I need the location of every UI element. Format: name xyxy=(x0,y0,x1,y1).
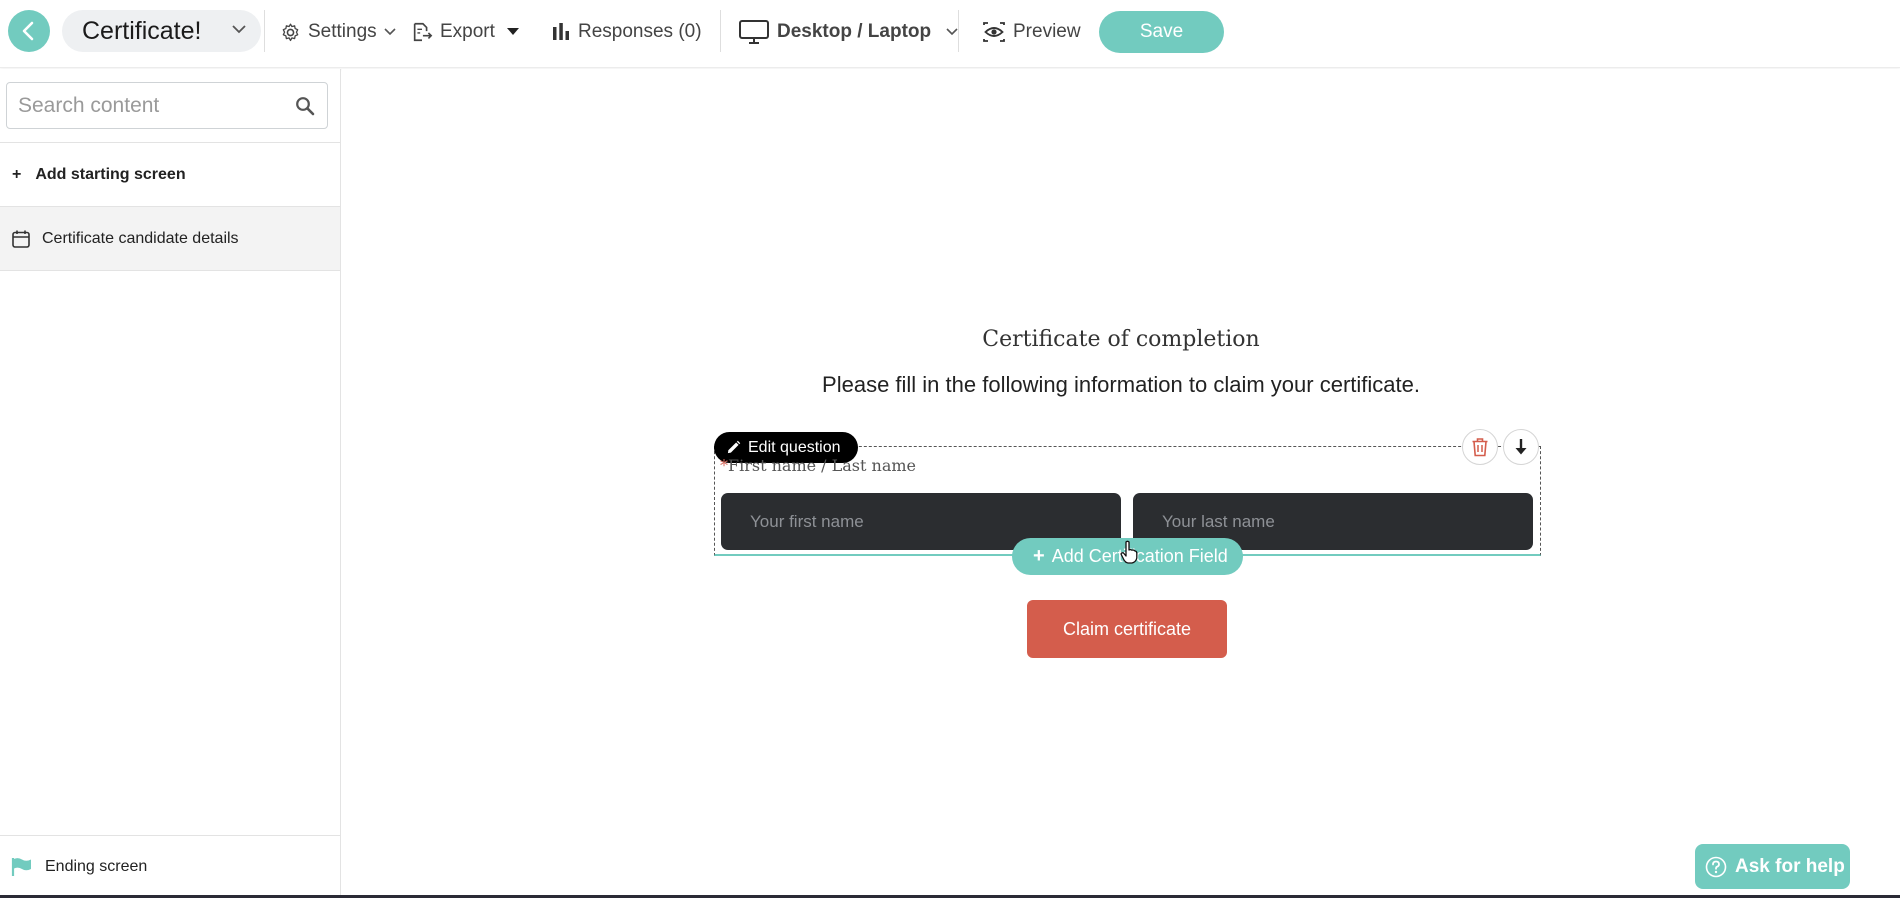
form-title-dropdown[interactable]: Certificate! xyxy=(62,10,261,52)
search-icon[interactable] xyxy=(295,96,315,116)
add-starting-screen-button[interactable]: + Add starting screen xyxy=(0,143,340,206)
settings-label: Settings xyxy=(308,21,377,42)
ask-for-help-button[interactable]: Ask for help xyxy=(1695,844,1850,889)
gear-icon xyxy=(282,23,299,41)
toolbar-divider xyxy=(264,10,265,52)
preview-button[interactable]: Preview xyxy=(982,0,1081,64)
preview-label: Preview xyxy=(1013,21,1081,42)
certificate-subtitle: Please fill in the following information… xyxy=(822,372,1420,397)
sidebar-divider xyxy=(0,270,340,271)
device-selector[interactable]: Desktop / Laptop xyxy=(738,0,966,64)
delete-question-button[interactable] xyxy=(1462,429,1498,465)
calendar-icon xyxy=(12,230,30,248)
required-mark: * xyxy=(720,456,728,475)
help-circle-icon xyxy=(1705,856,1727,877)
chevron-down-icon xyxy=(232,25,246,34)
export-label: Export xyxy=(440,21,495,42)
back-button[interactable] xyxy=(8,10,50,52)
sidebar-item-label: Certificate candidate details xyxy=(42,229,239,247)
add-starting-label: Add starting screen xyxy=(35,165,186,183)
question-label: *First name / Last name xyxy=(720,456,916,475)
content-sidebar: + Add starting screen Certificate candid… xyxy=(0,69,341,898)
move-down-button[interactable] xyxy=(1503,429,1539,465)
toolbar-divider xyxy=(720,10,721,52)
preview-eye-icon xyxy=(983,22,1005,42)
hand-cursor-icon xyxy=(1120,540,1138,564)
caret-down-icon xyxy=(506,28,519,35)
responses-button[interactable]: Responses (0) xyxy=(551,0,702,64)
top-toolbar: Certificate! Settings Export Responses (… xyxy=(0,0,1900,68)
device-label: Desktop / Laptop xyxy=(777,21,932,42)
responses-label: Responses (0) xyxy=(578,21,702,42)
form-canvas: Certificate of completion Please fill in… xyxy=(342,69,1900,898)
arrow-down-icon xyxy=(1515,439,1527,455)
plus-icon: + xyxy=(1033,545,1045,567)
bar-chart-icon xyxy=(553,23,569,40)
chevron-down-icon xyxy=(384,28,396,36)
question-label-text: First name / Last name xyxy=(728,456,917,475)
save-button[interactable]: Save xyxy=(1099,11,1224,53)
export-icon xyxy=(413,22,433,42)
search-box xyxy=(6,82,328,129)
sidebar-item-certificate-candidate-details[interactable]: Certificate candidate details xyxy=(0,207,340,270)
claim-certificate-button[interactable]: Claim certificate xyxy=(1027,600,1227,658)
certificate-title: Certificate of completion xyxy=(982,327,1260,352)
ask-for-help-label: Ask for help xyxy=(1735,855,1845,877)
add-field-label: Add Certification Field xyxy=(1051,546,1228,566)
ending-screen-label: Ending screen xyxy=(45,858,148,875)
desktop-monitor-icon xyxy=(739,20,769,44)
pencil-icon xyxy=(727,440,741,454)
toolbar-divider xyxy=(958,10,959,52)
settings-menu[interactable]: Settings xyxy=(280,0,404,64)
edit-question-label: Edit question xyxy=(748,438,841,456)
trash-icon xyxy=(1472,438,1488,457)
chevron-left-icon xyxy=(22,21,34,41)
ending-screen-item[interactable]: Ending screen xyxy=(0,835,340,898)
plus-icon: + xyxy=(12,165,22,183)
search-input[interactable] xyxy=(18,93,288,118)
export-menu[interactable]: Export xyxy=(411,0,526,64)
form-title: Certificate! xyxy=(82,16,202,45)
flag-icon xyxy=(11,858,31,876)
